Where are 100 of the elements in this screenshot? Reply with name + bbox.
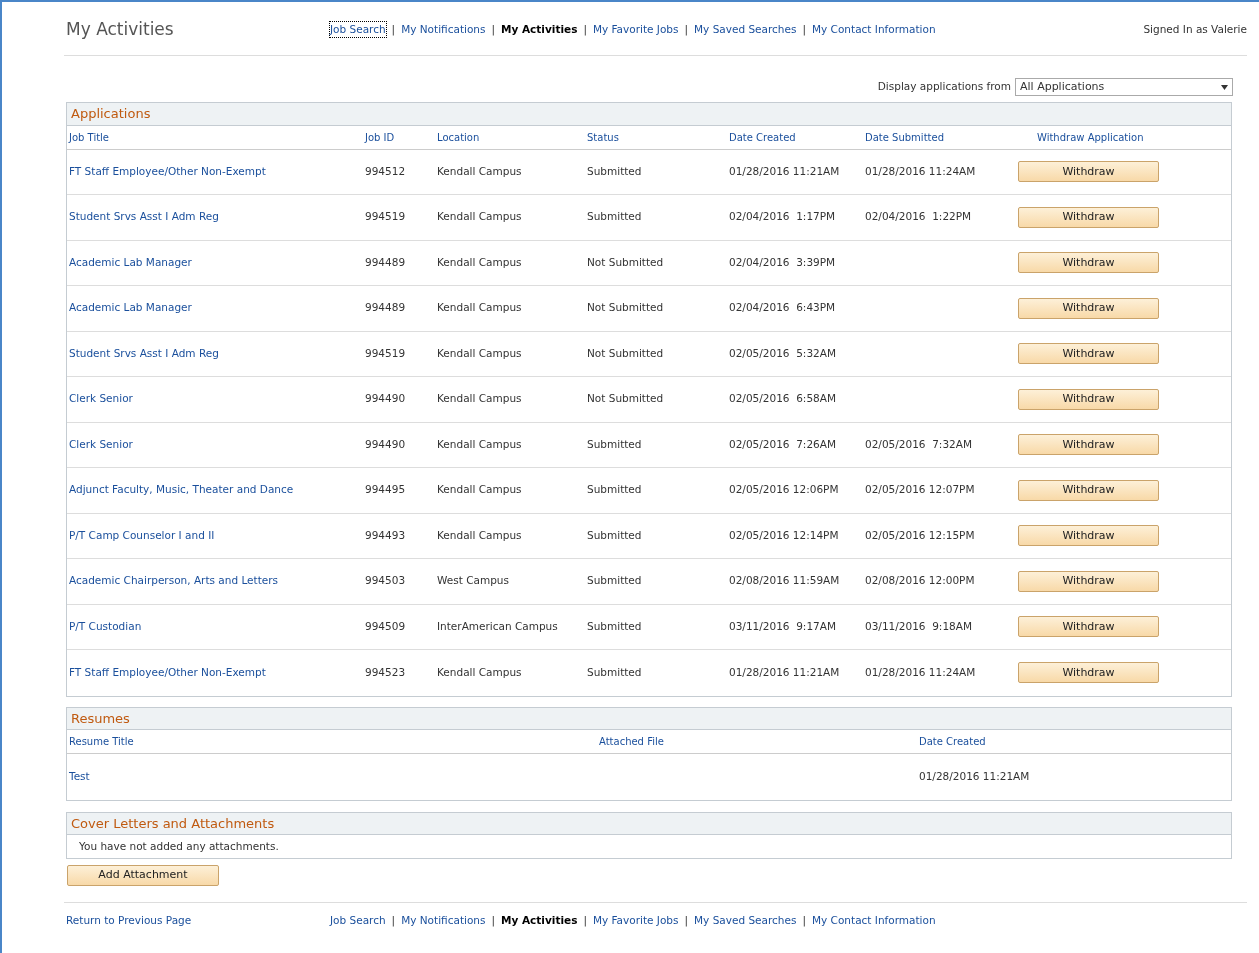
job-link[interactable]: Adjunct Faculty, Music, Theater and Dance: [69, 483, 294, 496]
nav-link[interactable]: Job Search: [330, 21, 386, 38]
table-cell: 01/28/2016 11:24AM: [865, 164, 976, 177]
column-header: Date Created: [729, 130, 797, 145]
job-link[interactable]: Academic Chairperson, Arts and Letters: [69, 574, 279, 587]
table-cell: 02/08/2016 11:59AM: [729, 574, 840, 587]
job-link[interactable]: P/T Camp Counselor I and II: [69, 528, 215, 541]
resume-link[interactable]: Test: [69, 769, 90, 782]
nav-link[interactable]: My Favorite Jobs: [592, 912, 679, 929]
separator: |: [802, 912, 806, 929]
job-link[interactable]: FT Staff Employee/Other Non-Exempt: [69, 665, 266, 678]
return-link[interactable]: Return to Previous Page: [64, 912, 330, 929]
table-cell: 994519: [365, 346, 406, 359]
table-cell: 994512: [365, 164, 406, 177]
job-link[interactable]: P/T Custodian: [69, 619, 142, 632]
job-link[interactable]: FT Staff Employee/Other Non-Exempt: [69, 164, 266, 177]
table-cell: 03/11/2016 9:18AM: [865, 619, 972, 632]
nav-link[interactable]: Job Search: [330, 912, 386, 929]
nav-link[interactable]: My Activities: [501, 21, 578, 38]
nav-link[interactable]: My Saved Searches: [694, 21, 797, 38]
withdraw-button[interactable]: Withdraw: [1018, 570, 1159, 592]
table-cell: Submitted: [587, 164, 642, 177]
table-cell: 994509: [365, 619, 406, 632]
column-header: Job ID: [365, 130, 396, 145]
table-cell: Kendall Campus: [437, 528, 522, 541]
empty-message: You have not added any attachments.: [79, 840, 279, 852]
page-title: My Activities: [65, 17, 175, 41]
column-header: Date Submitted: [865, 130, 945, 145]
nav-link[interactable]: My Saved Searches: [694, 912, 797, 929]
table-cell: 03/11/2016 9:17AM: [729, 619, 836, 632]
add-attachment-button[interactable]: Add Attachment: [67, 864, 219, 886]
table-cell: Submitted: [587, 437, 642, 450]
table-cell: 02/04/2016 1:17PM: [729, 210, 836, 223]
table-cell: Kendall Campus: [437, 392, 522, 405]
table-cell: West Campus: [437, 574, 509, 587]
table-cell: InterAmerican Campus: [437, 619, 558, 632]
filter-dropdown[interactable]: All Applications: [1015, 78, 1233, 96]
job-link[interactable]: Student Srvs Asst I Adm Reg: [69, 346, 219, 359]
table-cell: Kendall Campus: [437, 301, 522, 314]
table-cell: Not Submitted: [587, 346, 664, 359]
table-cell: 02/05/2016 5:32AM: [729, 346, 836, 359]
withdraw-button[interactable]: Withdraw: [1018, 616, 1159, 638]
column-header: Job Title: [67, 130, 111, 145]
withdraw-button[interactable]: Withdraw: [1018, 252, 1159, 274]
table-cell: 994489: [365, 255, 406, 268]
table-cell: 02/05/2016 7:32AM: [865, 437, 972, 450]
table-cell: 994503: [365, 574, 406, 587]
nav-link[interactable]: My Notifications: [401, 21, 486, 38]
table-cell: Submitted: [587, 574, 642, 587]
table-cell: 02/05/2016 7:26AM: [729, 437, 836, 450]
table-cell: 994519: [365, 210, 406, 223]
nav-link[interactable]: My Contact Information: [812, 912, 936, 929]
withdraw-button[interactable]: Withdraw: [1018, 525, 1159, 547]
column-header: Withdraw Application: [1036, 130, 1145, 145]
table-cell: 994495: [365, 483, 406, 496]
table-cell: Kendall Campus: [437, 210, 522, 223]
column-header: Date Created: [919, 735, 987, 749]
withdraw-button[interactable]: Withdraw: [1018, 434, 1159, 456]
table-cell: 994493: [365, 528, 406, 541]
withdraw-button[interactable]: Withdraw: [1018, 206, 1159, 228]
column-header: Location: [437, 130, 481, 145]
table-cell: 02/05/2016 12:14PM: [729, 528, 839, 541]
job-link[interactable]: Academic Lab Manager: [69, 301, 192, 314]
table-cell: 994523: [365, 665, 406, 678]
table-cell: Not Submitted: [587, 255, 664, 268]
separator: |: [583, 21, 587, 38]
column-header: Attached File: [599, 735, 665, 749]
withdraw-button[interactable]: Withdraw: [1018, 343, 1159, 365]
job-link[interactable]: Clerk Senior: [69, 437, 133, 450]
job-link[interactable]: Student Srvs Asst I Adm Reg: [69, 210, 219, 223]
filter-label: Display applications from: [877, 79, 1011, 95]
table-cell: Kendall Campus: [437, 665, 522, 678]
column-header: Status: [587, 130, 620, 145]
nav-link[interactable]: My Favorite Jobs: [592, 21, 679, 38]
table-cell: 994490: [365, 392, 406, 405]
withdraw-button[interactable]: Withdraw: [1018, 297, 1159, 319]
withdraw-button[interactable]: Withdraw: [1018, 479, 1159, 501]
table-cell: 02/04/2016 3:39PM: [729, 255, 836, 268]
signed-in-text: Signed In as Valerie: [1143, 21, 1247, 37]
table-cell: Kendall Campus: [437, 483, 522, 496]
separator: |: [391, 21, 396, 38]
table-cell: Kendall Campus: [437, 346, 522, 359]
table-cell: 02/05/2016 12:07PM: [865, 483, 975, 496]
job-link[interactable]: Clerk Senior: [69, 392, 133, 405]
column-header: Resume Title: [68, 735, 135, 749]
table-cell: Not Submitted: [587, 392, 664, 405]
withdraw-button[interactable]: Withdraw: [1018, 662, 1159, 684]
nav-link[interactable]: My Activities: [501, 912, 578, 929]
job-link[interactable]: Academic Lab Manager: [69, 255, 192, 268]
nav-link[interactable]: My Contact Information: [812, 21, 936, 38]
table-cell: 994490: [365, 437, 406, 450]
withdraw-button[interactable]: Withdraw: [1018, 388, 1159, 410]
section-title: Applications: [67, 103, 1231, 126]
separator: |: [684, 21, 689, 38]
separator: |: [491, 21, 496, 38]
nav-link[interactable]: My Notifications: [401, 912, 486, 929]
withdraw-button[interactable]: Withdraw: [1018, 161, 1159, 183]
table-cell: Kendall Campus: [437, 255, 522, 268]
dropdown-arrow-icon: [1221, 84, 1228, 90]
table-cell: Submitted: [587, 528, 642, 541]
